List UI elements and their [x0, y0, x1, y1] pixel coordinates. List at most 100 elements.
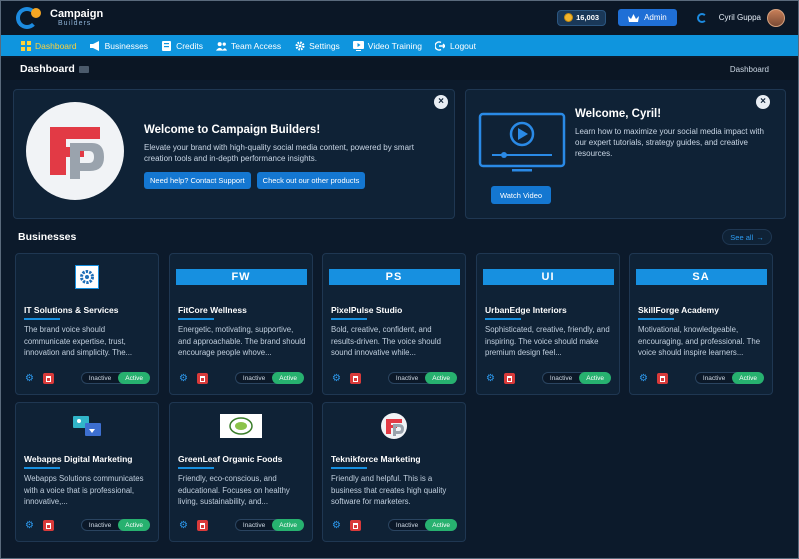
- delete-icon[interactable]: [504, 372, 515, 384]
- app-logo[interactable]: Campaign Builders: [16, 6, 103, 30]
- active-option[interactable]: Active: [732, 372, 764, 384]
- nav-video-training[interactable]: Video Training: [352, 40, 422, 51]
- settings-gear-icon[interactable]: ⚙: [331, 373, 342, 384]
- dashboard-icon: [20, 40, 31, 51]
- nav-label: Video Training: [367, 40, 422, 51]
- business-abbr: FW: [175, 269, 307, 285]
- close-video-banner-icon[interactable]: ×: [756, 95, 770, 109]
- arrow-right-icon: →: [756, 232, 764, 242]
- delete-icon[interactable]: [43, 372, 54, 384]
- business-name[interactable]: IT Solutions & Services: [24, 305, 118, 315]
- close-welcome-icon[interactable]: ×: [434, 95, 448, 109]
- delete-icon[interactable]: [350, 519, 361, 531]
- settings-gear-icon[interactable]: ⚙: [331, 520, 342, 531]
- watch-video-button[interactable]: Watch Video: [491, 186, 551, 204]
- active-option[interactable]: Active: [118, 519, 150, 531]
- delete-icon[interactable]: [350, 372, 361, 384]
- status-toggle[interactable]: Inactive Active: [387, 372, 457, 384]
- breadcrumb: Dashboard Dashboard: [0, 58, 799, 80]
- inactive-option[interactable]: Inactive: [696, 375, 732, 382]
- inactive-option[interactable]: Inactive: [236, 522, 272, 529]
- nav-dashboard[interactable]: Dashboard: [20, 40, 77, 51]
- business-description: Friendly and helpful. This is a business…: [331, 474, 447, 506]
- coin-icon: [564, 13, 574, 22]
- business-card[interactable]: SA SkillForge Academy Motivational, know…: [629, 253, 773, 395]
- settings-gear-icon[interactable]: ⚙: [24, 373, 35, 384]
- delete-icon[interactable]: [197, 372, 208, 384]
- business-description: The brand voice should communicate exper…: [24, 325, 133, 357]
- status-toggle[interactable]: Inactive Active: [80, 519, 150, 531]
- gear-logo-icon: [75, 265, 99, 289]
- active-option[interactable]: Active: [118, 372, 150, 384]
- name-underline: [485, 318, 521, 320]
- avatar[interactable]: [767, 8, 785, 27]
- nav-label: Businesses: [104, 40, 149, 51]
- inactive-option[interactable]: Inactive: [543, 375, 579, 382]
- active-option[interactable]: Active: [272, 372, 304, 384]
- active-option[interactable]: Active: [425, 372, 457, 384]
- business-name[interactable]: GreenLeaf Organic Foods: [178, 454, 282, 464]
- status-toggle[interactable]: Inactive Active: [541, 372, 611, 384]
- status-toggle[interactable]: Inactive Active: [387, 519, 457, 531]
- settings-gear-icon[interactable]: ⚙: [24, 520, 35, 531]
- inactive-option[interactable]: Inactive: [82, 375, 118, 382]
- page-title: Dashboard: [20, 63, 75, 75]
- nav-credits[interactable]: Credits: [161, 40, 203, 51]
- business-description: Motivational, knowledgeable, encouraging…: [638, 325, 761, 357]
- active-option[interactable]: Active: [425, 519, 457, 531]
- status-toggle[interactable]: Inactive Active: [694, 372, 764, 384]
- logo-title: Campaign: [50, 7, 104, 20]
- business-name[interactable]: FitCore Wellness: [178, 305, 247, 315]
- user-name: Cyril Guppa: [718, 13, 761, 22]
- business-name[interactable]: Teknikforce Marketing: [331, 454, 421, 464]
- inactive-option[interactable]: Inactive: [236, 375, 272, 382]
- business-name[interactable]: PixelPulse Studio: [331, 305, 402, 315]
- status-toggle[interactable]: Inactive Active: [234, 519, 304, 531]
- status-toggle[interactable]: Inactive Active: [234, 372, 304, 384]
- delete-icon[interactable]: [657, 372, 668, 384]
- nav-settings[interactable]: Settings: [294, 40, 340, 51]
- business-card[interactable]: UI UrbanEdge Interiors Sophisticated, cr…: [476, 253, 620, 395]
- business-card[interactable]: Webapps Digital Marketing Webapps Soluti…: [15, 402, 159, 542]
- other-products-button[interactable]: Check out our other products: [256, 172, 366, 189]
- business-name[interactable]: UrbanEdge Interiors: [485, 305, 567, 315]
- user-menu[interactable]: Cyril Guppa: [696, 8, 785, 27]
- nav-team-access[interactable]: Team Access: [216, 40, 281, 51]
- business-card[interactable]: Teknikforce Marketing Friendly and helpf…: [322, 402, 466, 542]
- video-player-illustration-icon: [478, 112, 566, 172]
- active-option[interactable]: Active: [579, 372, 611, 384]
- inactive-option[interactable]: Inactive: [389, 522, 425, 529]
- active-option[interactable]: Active: [272, 519, 304, 531]
- inactive-option[interactable]: Inactive: [389, 375, 425, 382]
- nav-logout[interactable]: Logout: [435, 40, 476, 51]
- delete-icon[interactable]: [197, 519, 208, 531]
- business-card[interactable]: IT Solutions & Services The brand voice …: [15, 253, 159, 395]
- status-toggle[interactable]: Inactive Active: [80, 372, 150, 384]
- delete-icon[interactable]: [43, 519, 54, 531]
- welcome-text: Elevate your brand with high-quality soc…: [144, 143, 414, 163]
- admin-button[interactable]: Admin: [618, 9, 677, 26]
- business-name[interactable]: Webapps Digital Marketing: [24, 454, 132, 464]
- business-card[interactable]: PS PixelPulse Studio Bold, creative, con…: [322, 253, 466, 395]
- business-abbr: PS: [328, 269, 460, 285]
- breadcrumb-current[interactable]: Dashboard: [730, 65, 769, 74]
- contact-support-button[interactable]: Need help? Contact Support: [144, 172, 251, 189]
- settings-gear-icon[interactable]: ⚙: [178, 520, 189, 531]
- team-icon: [216, 40, 227, 51]
- business-card[interactable]: FW FitCore Wellness Energetic, motivatin…: [169, 253, 313, 395]
- inactive-option[interactable]: Inactive: [82, 522, 118, 529]
- business-description: Webapps Solutions communicates with a vo…: [24, 474, 144, 506]
- business-card[interactable]: GreenLeaf Organic Foods Friendly, eco-co…: [169, 402, 313, 542]
- video-tag-icon[interactable]: [78, 65, 89, 73]
- business-name[interactable]: SkillForge Academy: [638, 305, 719, 315]
- settings-gear-icon[interactable]: ⚙: [485, 373, 496, 384]
- nav-label: Credits: [176, 40, 203, 51]
- credits-balance[interactable]: 16,003: [557, 9, 607, 26]
- business-abbr: UI: [482, 269, 614, 285]
- nav-businesses[interactable]: Businesses: [89, 40, 149, 51]
- see-all-link[interactable]: See all →: [722, 229, 772, 245]
- settings-gear-icon[interactable]: ⚙: [638, 373, 649, 384]
- logout-icon: [435, 40, 446, 51]
- tf-logo-icon: [50, 127, 104, 179]
- settings-gear-icon[interactable]: ⚙: [178, 373, 189, 384]
